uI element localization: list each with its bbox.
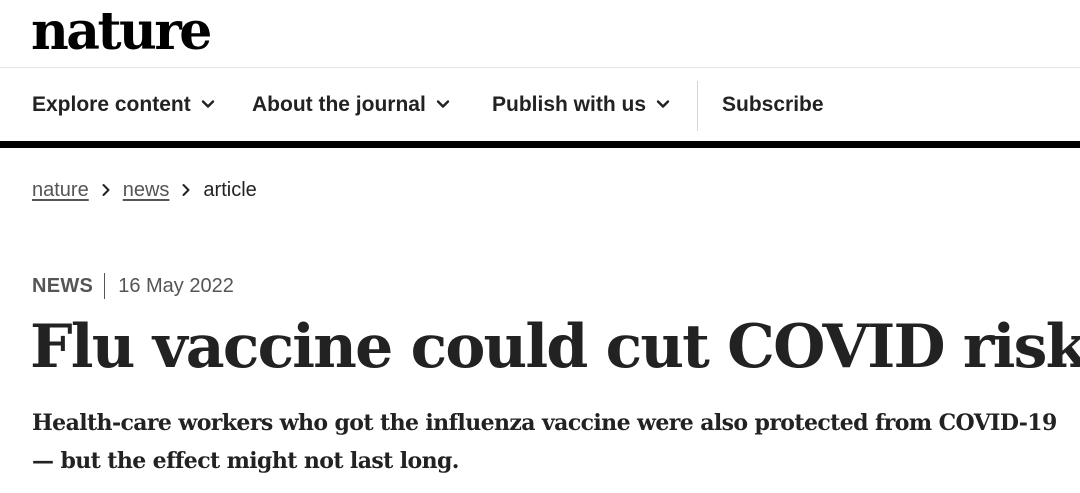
chevron-right-icon [182,184,190,196]
breadcrumb-link-nature[interactable]: nature [32,179,89,202]
article-meta: NEWS 16 May 2022 [32,270,234,302]
breadcrumb-link-news[interactable]: news [123,179,170,202]
nav-item-label: Explore content [32,93,191,116]
meta-divider [104,273,106,299]
breadcrumb-current: article [203,178,257,201]
masthead: nature [0,0,1080,68]
nav-publish-with-us[interactable]: Publish with us [492,69,670,141]
article-standfirst: Health-care workers who got the influenz… [32,410,1057,474]
article-title: Flu vaccine could cut COVID risk [30,312,1080,382]
nature-logo[interactable]: nature [31,2,212,62]
nav-subscribe[interactable]: Subscribe [722,69,824,141]
chevron-down-icon [656,100,670,108]
chevron-right-icon [102,184,110,196]
article-type[interactable]: NEWS [32,275,93,298]
nav-item-label: Subscribe [722,93,824,116]
nav-explore-content[interactable]: Explore content [32,69,215,141]
chevron-down-icon [201,100,214,108]
main-nav: Explore content About the journal Publis… [0,69,1080,141]
nav-about-the-journal[interactable]: About the journal [252,69,450,141]
breadcrumb: nature news article [32,175,257,205]
nav-divider [697,81,698,131]
chevron-down-icon [436,100,450,108]
nav-item-label: About the journal [252,93,426,116]
article-date: 16 May 2022 [118,274,234,297]
nav-bottom-rule [0,141,1080,148]
nav-item-label: Publish with us [492,93,647,116]
